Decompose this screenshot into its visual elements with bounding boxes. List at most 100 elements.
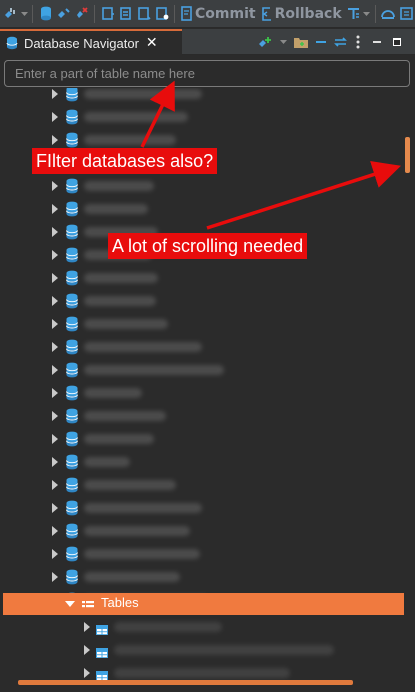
chevron-right-icon[interactable]	[52, 549, 58, 559]
link-editor-icon[interactable]	[332, 34, 348, 50]
database-name-redacted	[84, 526, 190, 536]
chevron-right-icon[interactable]	[52, 342, 58, 352]
tree-item-database[interactable]	[0, 428, 404, 450]
database-name-redacted	[84, 572, 180, 582]
tree-item-database[interactable]	[0, 313, 404, 335]
tree-item-database[interactable]	[0, 566, 404, 588]
chevron-down-icon[interactable]	[363, 4, 371, 24]
dashboard-icon[interactable]	[380, 4, 397, 24]
tree-item-database[interactable]	[0, 497, 404, 519]
tree-item-database[interactable]	[0, 336, 404, 358]
tree-item-table[interactable]	[0, 616, 404, 638]
database-name-redacted	[84, 549, 200, 559]
horizontal-scrollbar-thumb[interactable]	[18, 680, 353, 685]
tree-item-database[interactable]	[0, 405, 404, 427]
rollback-button[interactable]: Rollback	[259, 2, 344, 26]
tables-folder-label: Tables	[101, 595, 139, 610]
folder-icon[interactable]	[292, 34, 310, 50]
database-name-redacted	[84, 434, 154, 444]
chevron-down-icon[interactable]	[20, 4, 28, 24]
close-icon[interactable]: ✕	[146, 36, 158, 50]
database-icon	[65, 477, 79, 493]
chevron-right-icon[interactable]	[52, 319, 58, 329]
tree-item-database[interactable]	[0, 520, 404, 542]
database-icon	[65, 431, 79, 447]
database-name-redacted	[84, 273, 158, 283]
chevron-right-icon[interactable]	[52, 434, 58, 444]
pending-transactions-icon[interactable]	[135, 4, 152, 24]
view-menu-icon[interactable]	[353, 34, 363, 50]
tree-item-database[interactable]	[0, 88, 404, 105]
chevron-right-icon[interactable]	[52, 273, 58, 283]
tree-item-database[interactable]	[0, 106, 404, 128]
view-tab-bar: Database Navigator ✕	[0, 29, 415, 55]
tab-database-navigator[interactable]: Database Navigator ✕	[0, 29, 182, 55]
database-icon	[65, 293, 79, 309]
tree-item-database[interactable]	[0, 175, 404, 197]
database-icon	[65, 569, 79, 585]
database-icon[interactable]	[37, 4, 54, 24]
tree-item-table[interactable]	[0, 662, 404, 680]
rollback-icon	[261, 6, 271, 21]
database-icon	[65, 178, 79, 194]
tree-item-database[interactable]	[0, 382, 404, 404]
chevron-down-icon[interactable]	[65, 601, 75, 607]
isolation-level-icon[interactable]	[153, 4, 170, 24]
toolbar-divider	[174, 4, 175, 23]
database-name-redacted	[84, 457, 130, 467]
maximize-icon[interactable]	[390, 34, 404, 50]
collapse-all-icon[interactable]	[313, 34, 329, 50]
chevron-right-icon[interactable]	[52, 526, 58, 536]
chevron-right-icon[interactable]	[84, 645, 90, 655]
chevron-right-icon[interactable]	[52, 250, 58, 260]
minimize-icon[interactable]	[370, 34, 384, 50]
chevron-right-icon[interactable]	[52, 204, 58, 214]
chevron-right-icon[interactable]	[52, 572, 58, 582]
commit-icon	[181, 5, 192, 21]
tree-item-table[interactable]	[0, 639, 404, 661]
tab-title: Database Navigator	[24, 35, 139, 51]
chevron-down-icon[interactable]	[278, 34, 288, 50]
chevron-right-icon[interactable]	[52, 181, 58, 191]
chevron-right-icon[interactable]	[52, 296, 58, 306]
transaction-mode-icon[interactable]	[345, 4, 362, 24]
transaction-mode-icon[interactable]	[99, 4, 116, 24]
chevron-right-icon[interactable]	[52, 112, 58, 122]
tree-item-database[interactable]	[0, 290, 404, 312]
database-icon	[65, 88, 79, 102]
disconnect-icon[interactable]	[55, 4, 72, 24]
chevron-right-icon[interactable]	[52, 227, 58, 237]
tree-item-database[interactable]	[0, 198, 404, 220]
chevron-right-icon[interactable]	[52, 365, 58, 375]
chevron-right-icon[interactable]	[52, 480, 58, 490]
disconnect-all-icon[interactable]	[73, 4, 90, 24]
connect-icon[interactable]	[2, 4, 19, 24]
chevron-right-icon[interactable]	[52, 411, 58, 421]
tree-item-database[interactable]	[0, 474, 404, 496]
table-icon	[95, 644, 109, 660]
sql-editor-icon[interactable]	[398, 4, 415, 24]
chevron-right-icon[interactable]	[52, 89, 58, 99]
folder-icon	[81, 597, 95, 613]
connect-icon[interactable]	[256, 34, 274, 50]
main-toolbar: Commit Rollback	[0, 0, 415, 28]
tree-item-tables-folder[interactable]: Tables	[3, 593, 404, 615]
tree-item-database[interactable]	[0, 359, 404, 381]
database-name-redacted	[84, 503, 202, 513]
tree-item-database[interactable]	[0, 451, 404, 473]
commit-button[interactable]: Commit	[179, 2, 258, 26]
vertical-scrollbar-thumb[interactable]	[405, 137, 410, 173]
chevron-right-icon[interactable]	[84, 622, 90, 632]
tree-item-database[interactable]	[0, 267, 404, 289]
transaction-log-icon[interactable]	[117, 4, 134, 24]
chevron-right-icon[interactable]	[52, 135, 58, 145]
chevron-right-icon[interactable]	[52, 503, 58, 513]
database-icon	[65, 247, 79, 263]
commit-label: Commit	[195, 5, 256, 22]
database-name-redacted	[84, 89, 202, 99]
chevron-right-icon[interactable]	[52, 457, 58, 467]
chevron-right-icon[interactable]	[84, 668, 90, 678]
chevron-right-icon[interactable]	[52, 388, 58, 398]
tree-item-database[interactable]	[0, 543, 404, 565]
table-filter-input[interactable]	[4, 60, 410, 87]
